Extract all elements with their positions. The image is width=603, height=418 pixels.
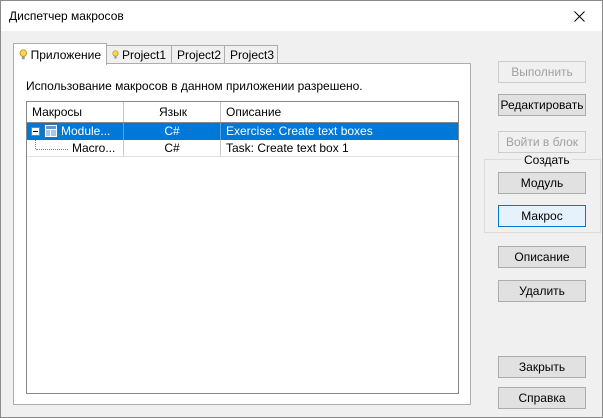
macro-manager-dialog: Диспетчер макросов Приложение Project1 P… xyxy=(0,0,603,418)
description-cell: Exercise: Create text boxes xyxy=(226,124,373,138)
column-header-macros[interactable]: Макросы xyxy=(27,102,124,122)
close-icon xyxy=(573,10,585,22)
tab-panel: Использование макросов в данном приложен… xyxy=(13,63,471,405)
tab-label: Project2 xyxy=(177,47,222,62)
run-button[interactable]: Выполнить xyxy=(498,61,586,83)
tree-line xyxy=(35,140,36,149)
tab-label: Project1 xyxy=(121,47,166,62)
tab-project2[interactable]: Project2 xyxy=(171,45,225,63)
grid-header: Макросы Язык Описание xyxy=(27,102,458,123)
lightbulb-icon xyxy=(19,48,28,59)
help-button[interactable]: Справка xyxy=(498,387,586,409)
window-title: Диспетчер макросов xyxy=(9,9,124,23)
module-icon xyxy=(44,124,58,138)
create-group-label-text: Создать xyxy=(522,153,572,167)
macros-enabled-text: Использование макросов в данном приложен… xyxy=(26,79,363,93)
create-group-label: Создать xyxy=(1,153,601,167)
tree-line xyxy=(36,149,68,150)
table-row[interactable]: Module... C# Exercise: Create text boxes xyxy=(27,123,458,140)
edit-button[interactable]: Редактировать xyxy=(498,94,586,116)
close-button[interactable]: Закрыть xyxy=(498,356,586,378)
column-header-language[interactable]: Язык xyxy=(124,102,221,122)
close-window-button[interactable] xyxy=(556,1,602,31)
macro-name-cell: Module... xyxy=(27,123,124,140)
macro-tree-grid[interactable]: Макросы Язык Описание Module... C# Exerc… xyxy=(26,101,459,394)
column-header-description[interactable]: Описание xyxy=(221,102,458,122)
language-cell: C# xyxy=(124,123,221,140)
title-bar: Диспетчер макросов xyxy=(1,1,602,31)
tab-project3[interactable]: Project3 xyxy=(224,45,278,63)
tab-application[interactable]: Приложение xyxy=(13,43,107,65)
collapse-icon[interactable] xyxy=(31,127,40,136)
delete-button[interactable]: Удалить xyxy=(498,280,586,302)
tab-project1[interactable]: Project1 xyxy=(106,45,172,63)
step-into-button[interactable]: Войти в блок xyxy=(498,131,586,153)
new-module-button[interactable]: Модуль xyxy=(498,172,586,194)
tab-label: Project3 xyxy=(230,47,275,62)
lightbulb-icon xyxy=(112,49,119,58)
description-button[interactable]: Описание xyxy=(498,246,586,268)
new-macro-button[interactable]: Макрос xyxy=(498,205,586,227)
macro-name: Module... xyxy=(61,124,111,138)
tab-label: Приложение xyxy=(30,47,101,62)
